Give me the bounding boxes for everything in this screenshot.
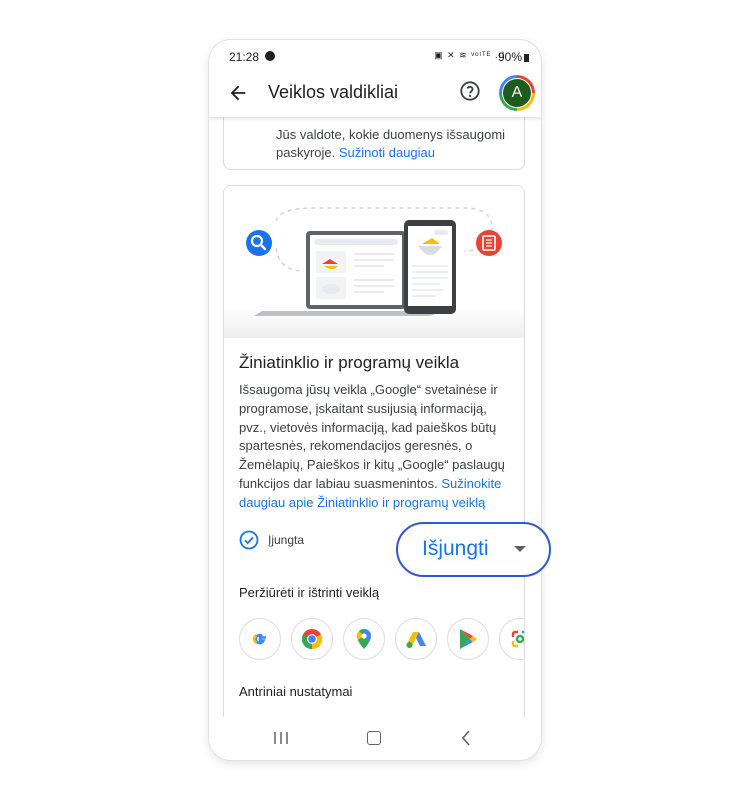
turn-off-label: Išjungti (422, 537, 489, 560)
chrome-icon (301, 629, 323, 650)
data-control-text: Jūs valdote, kokie duomenys išsaugomi pa… (276, 126, 516, 162)
check-circle-icon (239, 530, 259, 550)
view-delete-heading[interactable]: Peržiūrėti ir ištrinti veiklą (239, 585, 379, 600)
page-title: Veiklos valdikliai (268, 82, 399, 102)
recents-icon[interactable] (273, 731, 289, 745)
avatar: A (502, 78, 532, 108)
lens-icon (511, 630, 524, 648)
google-app-button[interactable] (239, 618, 281, 660)
data-control-card: Jūs valdote, kokie duomenys išsaugomi pa… (223, 117, 525, 170)
scroll-content[interactable]: Jūs valdote, kokie duomenys išsaugomi pa… (209, 117, 541, 717)
card-description: Išsaugoma jūsų veikla „Google“ svetainės… (239, 381, 511, 513)
card-title: Žiniatinklio ir programų veikla (239, 353, 460, 372)
system-back-icon[interactable] (461, 730, 471, 746)
ads-icon (406, 632, 426, 648)
dropdown-arrow-icon (514, 546, 526, 552)
system-nav-bar (209, 717, 541, 760)
status-icons: ▣ ✕ ≋ ᵛᵒˡᵀᴱ .ıl (434, 50, 505, 60)
phone-frame: 21:28 ▣ ✕ ≋ ᵛᵒˡᵀᴱ .ıl 90% Veiklos valdik… (209, 40, 541, 760)
back-arrow-icon[interactable] (227, 82, 249, 104)
learn-more-link[interactable]: Sužinoti daugiau (339, 145, 435, 160)
google-icon (252, 633, 266, 645)
web-app-activity-card: Žiniatinklio ir programų veikla Išsaugom… (223, 185, 525, 717)
status-label: Įjungta (268, 533, 305, 547)
home-icon[interactable] (367, 731, 381, 745)
app-shortcuts (239, 618, 524, 662)
maps-app-button[interactable] (343, 618, 385, 660)
app-bar: Veiklos valdikliai A (209, 72, 541, 117)
turn-off-button[interactable]: Išjungti (396, 522, 551, 577)
status-bar: 21:28 ▣ ✕ ≋ ᵛᵒˡᵀᴱ .ıl 90% (209, 40, 541, 72)
account-avatar-button[interactable]: A (499, 75, 535, 111)
chrome-app-button[interactable] (291, 618, 333, 660)
sub-settings-heading[interactable]: Antriniai nustatymai (239, 684, 352, 699)
maps-icon (356, 629, 371, 649)
help-icon[interactable] (459, 80, 481, 102)
battery-level: 90% (498, 50, 529, 64)
status-time: 21:28 (229, 50, 260, 64)
ads-app-button[interactable] (395, 618, 437, 660)
activity-description: Išsaugoma jūsų veikla „Google“ svetainės… (239, 382, 505, 491)
messenger-icon (265, 51, 275, 61)
activity-illustration (224, 186, 524, 338)
play-app-button[interactable] (447, 618, 489, 660)
play-store-icon (460, 629, 477, 649)
lens-app-button[interactable] (499, 618, 524, 660)
